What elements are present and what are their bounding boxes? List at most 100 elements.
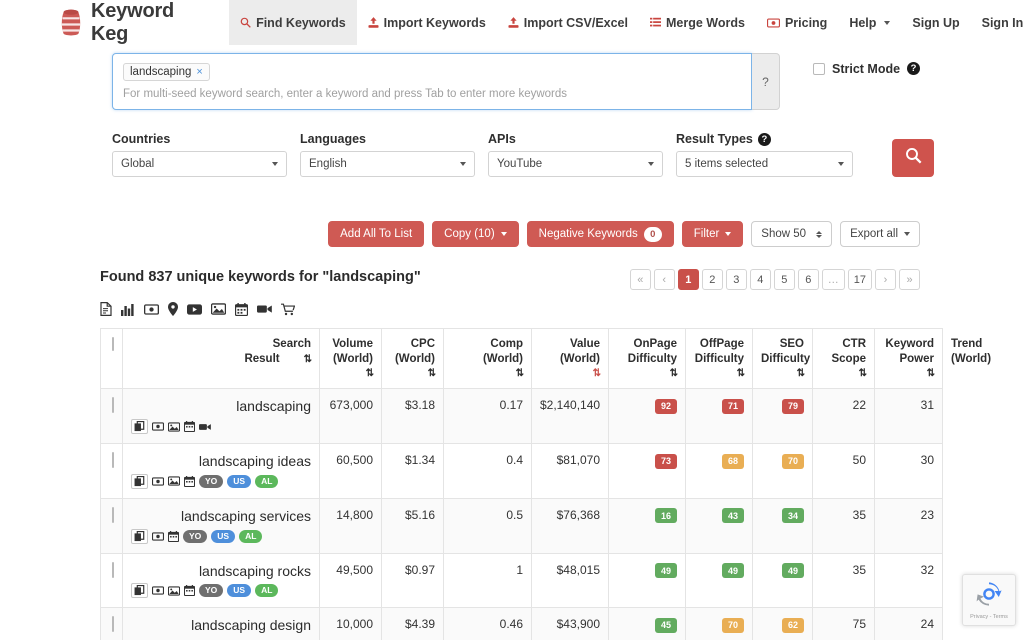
column-ctr-scope[interactable]: CTR Scope ⇅	[812, 327, 875, 390]
nav-item-pricing[interactable]: Pricing	[756, 0, 838, 45]
close-icon[interactable]: ×	[196, 66, 202, 78]
money-icon[interactable]	[144, 303, 159, 315]
calendar-icon[interactable]	[184, 475, 195, 487]
money-icon[interactable]	[152, 422, 164, 431]
page-5[interactable]: 5	[773, 269, 795, 290]
copy-icon[interactable]	[131, 583, 148, 599]
result-types-select[interactable]: 5 items selected	[676, 151, 853, 177]
sort-icon[interactable]: ⇅	[304, 354, 312, 367]
nav-item-import-keywords[interactable]: Import Keywords	[357, 0, 497, 45]
table-row[interactable]: landscaping ideas YO US AL 60,500 $1.34 0.4 $81…	[100, 443, 943, 499]
add-all-to-list-button[interactable]: Add All To List	[328, 221, 425, 247]
copy-icon[interactable]	[131, 528, 148, 544]
column-comp[interactable]: Comp (World) ⇅	[443, 327, 532, 390]
show-count-stepper[interactable]: Show 50	[751, 221, 833, 247]
keyword-text[interactable]: landscaping ideas	[131, 453, 311, 470]
video-camera-icon[interactable]	[257, 304, 272, 314]
image-icon[interactable]	[168, 476, 180, 486]
column-volume[interactable]: Volume (World) ⇅	[319, 327, 382, 390]
seed-keyword-input[interactable]: landscaping × For multi-seed keyword sea…	[112, 53, 752, 110]
locale-chip-us[interactable]: US	[227, 474, 252, 488]
filter-button[interactable]: Filter	[681, 221, 744, 247]
column-value[interactable]: Value (World) ⇅	[531, 327, 609, 390]
sort-icon-active[interactable]: ⇅	[540, 368, 601, 381]
locale-chip-al[interactable]: AL	[255, 584, 279, 598]
sort-icon[interactable]: ⇅	[390, 368, 436, 381]
sort-icon[interactable]: ⇅	[821, 368, 867, 381]
table-row[interactable]: landscaping services YO US AL 14,800 $5.16 0.5…	[100, 497, 943, 554]
locale-chip-yo[interactable]: YO	[199, 584, 224, 598]
page-4[interactable]: 4	[749, 269, 771, 290]
export-button[interactable]: Export all	[840, 221, 920, 247]
row-checkbox[interactable]	[112, 616, 114, 633]
table-row[interactable]: landscaping design 10,000 $4.39 0.46 $43,900…	[100, 607, 943, 640]
row-checkbox[interactable]	[112, 506, 114, 523]
languages-select[interactable]: English	[300, 151, 475, 177]
keyword-text[interactable]: landscaping rocks	[131, 563, 311, 580]
calendar-icon[interactable]	[235, 302, 248, 316]
money-icon[interactable]	[152, 586, 164, 596]
nav-item-help[interactable]: Help	[838, 0, 901, 45]
seed-help-button[interactable]: ?	[752, 53, 780, 110]
apis-select[interactable]: YouTube	[488, 151, 663, 177]
keyword-text[interactable]: landscaping services	[131, 508, 311, 525]
calendar-icon[interactable]	[184, 585, 195, 597]
shopping-cart-icon[interactable]	[281, 303, 295, 316]
sort-icon[interactable]: ⇅	[328, 368, 374, 381]
sort-icon[interactable]: ⇅	[761, 368, 805, 381]
column-search-result[interactable]: Search Result ⇅	[122, 327, 320, 390]
image-icon[interactable]	[168, 421, 180, 432]
image-icon[interactable]	[211, 303, 226, 315]
locale-chip-us[interactable]: US	[211, 529, 236, 543]
locale-chip-al[interactable]: AL	[239, 529, 263, 543]
page-1[interactable]: 1	[677, 269, 699, 290]
keyword-tag[interactable]: landscaping ×	[123, 63, 210, 81]
search-button[interactable]	[892, 139, 934, 177]
locale-chip-us[interactable]: US	[227, 584, 252, 598]
row-checkbox[interactable]	[112, 452, 114, 469]
money-icon[interactable]	[152, 477, 164, 486]
column-keyword-power[interactable]: Keyword Power ⇅	[874, 327, 943, 390]
row-checkbox[interactable]	[112, 397, 114, 414]
locale-chip-yo[interactable]: YO	[199, 474, 224, 488]
strict-mode-checkbox[interactable]	[813, 62, 825, 75]
page-last[interactable]: »	[899, 269, 920, 290]
youtube-icon[interactable]	[187, 303, 202, 315]
page-3[interactable]: 3	[725, 269, 747, 290]
money-icon[interactable]	[152, 531, 164, 541]
column-seo-difficulty[interactable]: SEO Difficulty ⇅	[752, 327, 813, 390]
help-icon[interactable]: ?	[907, 62, 921, 75]
locale-chip-yo[interactable]: YO	[183, 529, 208, 543]
brand[interactable]: Keyword Keg	[60, 0, 174, 46]
map-pin-icon[interactable]	[168, 302, 178, 316]
nav-item-sign-in[interactable]: Sign In	[971, 0, 1024, 45]
sort-icon[interactable]: ⇅	[452, 368, 524, 381]
sort-icon[interactable]: ⇅	[694, 368, 745, 381]
column-onpage-difficulty[interactable]: OnPage Difficulty ⇅	[608, 327, 686, 390]
video-camera-icon[interactable]	[199, 423, 211, 431]
column-cpc[interactable]: CPC (World) ⇅	[381, 327, 444, 390]
keyword-text[interactable]: landscaping design	[131, 617, 311, 634]
column-offpage-difficulty[interactable]: OffPage Difficulty ⇅	[685, 327, 753, 390]
page-prev[interactable]: ‹	[653, 269, 675, 290]
copy-icon[interactable]	[131, 419, 148, 435]
sort-icon[interactable]: ⇅	[617, 368, 678, 381]
page-first[interactable]: «	[629, 269, 651, 290]
recaptcha-badge[interactable]: Privacy - Terms	[962, 574, 1016, 626]
copy-button[interactable]: Copy (10)	[432, 221, 519, 247]
keyword-text[interactable]: landscaping	[131, 398, 311, 415]
select-all-checkbox[interactable]	[112, 337, 114, 351]
copy-icon[interactable]	[131, 473, 148, 489]
table-row[interactable]: landscaping 673,000 $3.18 0.17 $2,140,140 92 7…	[100, 388, 943, 445]
help-icon[interactable]: ?	[757, 132, 771, 146]
bar-chart-icon[interactable]	[121, 303, 135, 316]
calendar-icon[interactable]	[184, 421, 195, 433]
nav-item-find-keywords[interactable]: Find Keywords	[229, 0, 357, 45]
table-row[interactable]: landscaping rocks YO US AL 49,500 $0.97 1 $48,0…	[100, 552, 943, 609]
negative-keywords-button[interactable]: Negative Keywords 0	[526, 221, 674, 247]
locale-chip-al[interactable]: AL	[255, 474, 279, 488]
image-icon[interactable]	[168, 586, 180, 596]
sort-icon[interactable]: ⇅	[883, 368, 935, 381]
calendar-icon[interactable]	[168, 530, 179, 542]
nav-item-import-csv-excel[interactable]: Import CSV/Excel	[497, 0, 639, 45]
